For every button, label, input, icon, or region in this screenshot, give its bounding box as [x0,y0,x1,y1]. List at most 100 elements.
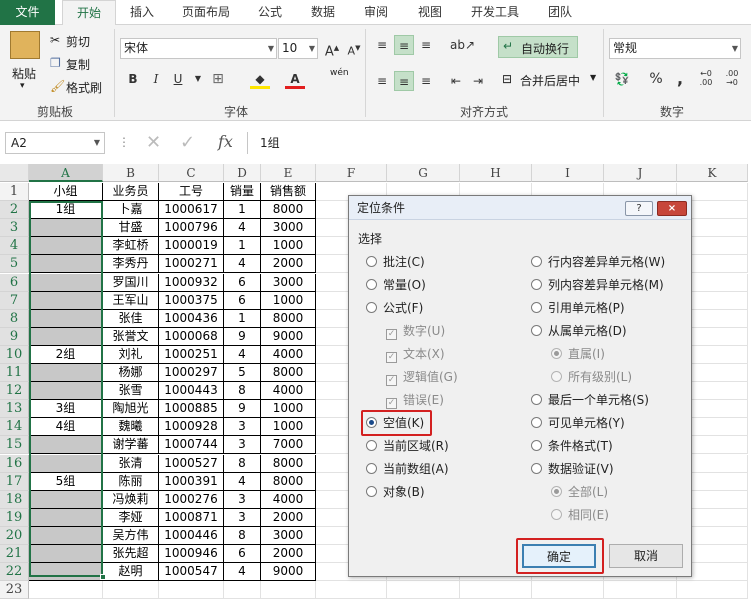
cell-b14[interactable]: 魏曦 [103,418,159,437]
cell-b21[interactable]: 张先超 [103,545,159,563]
cell-e21[interactable]: 2000 [261,545,316,563]
column-header-e[interactable]: E [261,164,316,182]
row-header[interactable]: 12 [0,382,29,401]
cell-e15[interactable]: 7000 [261,436,316,455]
cell-e10[interactable]: 4000 [261,345,316,364]
option-right-2[interactable]: 引用单元格(P) [531,299,625,317]
cell-d1[interactable]: 销量 [224,183,261,201]
align-top-icon[interactable]: ≡ [372,35,392,55]
cell-c1[interactable]: 工号 [159,183,224,201]
cell-c11[interactable]: 1000297 [159,364,224,382]
help-button[interactable]: ? [625,201,653,216]
merge-dropdown-icon[interactable]: ▼ [590,73,596,82]
column-header-i[interactable]: I [532,164,604,182]
copy-button[interactable]: 复制 [66,56,90,73]
cell-e9[interactable]: 9000 [261,327,316,346]
option-left-8[interactable]: 当前区域(R) [366,437,449,455]
cell-e7[interactable]: 1000 [261,291,316,310]
cell-d2[interactable]: 1 [224,201,261,220]
cell-e12[interactable]: 4000 [261,382,316,401]
cell-d18[interactable]: 3 [224,490,261,509]
insert-function-icon[interactable]: fx [218,132,233,151]
increase-indent-icon[interactable]: ⇥ [468,71,488,91]
cell-e6[interactable]: 3000 [261,273,316,292]
align-center-icon[interactable]: ≡ [394,71,414,91]
option-right-6[interactable]: 最后一个单元格(S) [531,391,649,409]
row-header[interactable]: 8 [0,309,29,328]
cell-b4[interactable]: 李虹桥 [103,237,159,256]
currency-icon[interactable]: 💱 [612,69,632,89]
tab-developer[interactable]: 开发工具 [463,0,527,25]
tab-formulas[interactable]: 公式 [250,0,290,25]
option-left-5[interactable]: ✓ 逻辑值(G) [386,368,458,386]
cell-e3[interactable]: 3000 [261,219,316,238]
cell-b22[interactable]: 赵明 [103,563,159,582]
cell-e20[interactable]: 3000 [261,526,316,545]
column-header-b[interactable]: B [103,164,159,182]
cell-e22[interactable]: 9000 [261,563,316,582]
tab-home[interactable]: 开始 [62,0,116,26]
cell-b9[interactable]: 张誉文 [103,327,159,346]
cut-button[interactable]: 剪切 [66,33,90,50]
column-header-g[interactable]: G [387,164,460,182]
font-name-select[interactable]: 宋体 ▼ [120,38,277,59]
cell-b23[interactable] [103,581,159,599]
row-header[interactable]: 20 [0,526,29,545]
merge-center-button[interactable]: 合并后居中 [520,72,580,89]
percent-button[interactable]: % [646,69,666,89]
row-header[interactable]: 7 [0,291,29,310]
font-size-select[interactable]: 10 ▼ [278,38,318,59]
tab-review[interactable]: 审阅 [356,0,396,25]
enter-icon[interactable]: ✓ [180,132,195,153]
cell-d23[interactable] [224,581,261,599]
cell-c14[interactable]: 1000928 [159,418,224,437]
row-header[interactable]: 2 [0,201,29,220]
row-header[interactable]: 23 [0,581,29,599]
cell-h23[interactable] [460,581,532,599]
cell-b1[interactable]: 业务员 [103,183,159,201]
underline-button[interactable]: U [168,69,188,89]
fill-handle[interactable] [100,574,106,580]
option-right-10[interactable]: 全部(L) [551,483,608,501]
cell-e13[interactable]: 1000 [261,400,316,419]
cell-d6[interactable]: 6 [224,273,261,292]
cell-d14[interactable]: 3 [224,418,261,437]
cell-e16[interactable]: 8000 [261,454,316,473]
cell-b2[interactable]: 卜嘉 [103,201,159,220]
cell-d3[interactable]: 4 [224,219,261,238]
tab-team[interactable]: 团队 [540,0,580,25]
option-left-4[interactable]: ✓ 文本(X) [386,345,445,363]
option-left-2[interactable]: 公式(F) [366,299,423,317]
cell-b7[interactable]: 王军山 [103,291,159,310]
column-header-d[interactable]: D [224,164,261,182]
row-header[interactable]: 5 [0,255,29,274]
option-left-3[interactable]: ✓ 数字(U) [386,322,445,340]
increase-decimal-icon[interactable]: ←0.00 [696,69,716,89]
select-all-corner[interactable] [0,164,29,182]
cell-c20[interactable]: 1000446 [159,526,224,545]
cell-d15[interactable]: 3 [224,436,261,455]
cell-d17[interactable]: 4 [224,472,261,491]
row-header[interactable]: 22 [0,563,29,582]
align-middle-icon[interactable]: ≡ [394,35,414,55]
cancel-button[interactable]: 取消 [609,544,683,568]
cell-e4[interactable]: 1000 [261,237,316,256]
underline-dropdown-icon[interactable]: ▼ [188,69,208,89]
cell-e18[interactable]: 4000 [261,490,316,509]
row-header[interactable]: 9 [0,327,29,346]
cell-b5[interactable]: 李秀丹 [103,255,159,274]
paste-icon[interactable] [10,31,40,59]
cell-d22[interactable]: 4 [224,563,261,582]
option-right-0[interactable]: 行内容差异单元格(W) [531,253,665,271]
column-header-f[interactable]: F [316,164,387,182]
row-header[interactable]: 3 [0,219,29,238]
cell-a23[interactable] [29,581,103,599]
wrap-text-button[interactable]: 自动换行 ↵ [498,36,578,58]
cell-b15[interactable]: 谢学蕃 [103,436,159,455]
row-header[interactable]: 18 [0,490,29,509]
row-header[interactable]: 4 [0,237,29,256]
cell-b13[interactable]: 陶旭光 [103,400,159,419]
paste-button[interactable]: 粘贴 [12,65,36,82]
row-header[interactable]: 17 [0,472,29,491]
cell-d4[interactable]: 1 [224,237,261,256]
